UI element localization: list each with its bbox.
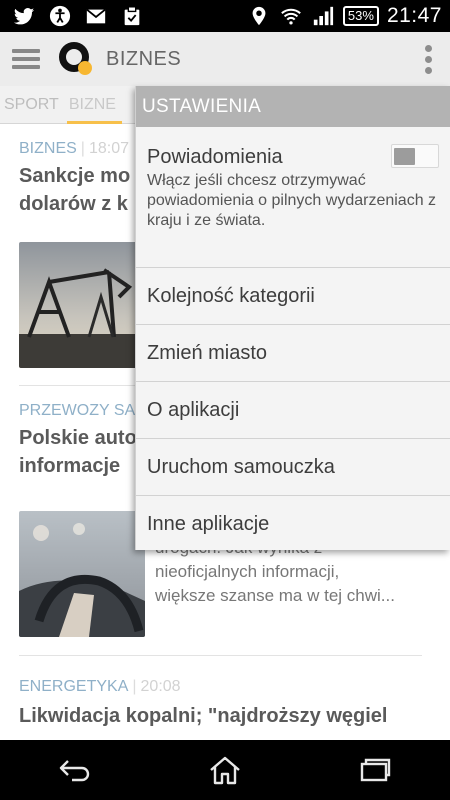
article-thumbnail	[19, 511, 145, 637]
back-button[interactable]	[55, 753, 95, 787]
settings-menu: USTAWIENIA Powiadomienia Włącz jeśli chc…	[135, 86, 450, 550]
article-time: 18:07	[88, 140, 129, 157]
overflow-menu-icon[interactable]	[424, 44, 432, 74]
status-clock: 21:47	[386, 4, 442, 27]
menu-item-change-city[interactable]: Zmień miasto	[136, 325, 450, 382]
back-icon	[59, 760, 90, 782]
app-logo	[59, 42, 92, 75]
article-category: PRZEWOZY SA	[19, 402, 136, 419]
menu-item-tutorial[interactable]: Uruchom samouczka	[136, 439, 450, 496]
headline-line: Likwidacja kopalni; "najdroższy węgiel	[19, 705, 388, 727]
gmail-icon	[86, 8, 106, 24]
article-thumbnail	[19, 242, 145, 368]
screen: 53% 21:47 BIZNES SPORT BIZNE BIZNES | 18:0…	[0, 0, 450, 800]
article-headline: Likwidacja kopalni; "najdroższy węgiel	[19, 702, 422, 730]
navigation-bar	[0, 740, 450, 800]
recent-apps-button[interactable]	[355, 753, 395, 787]
recent-apps-icon	[360, 758, 391, 782]
wifi-icon	[281, 8, 301, 25]
page-title: BIZNES	[106, 47, 182, 70]
accessibility-icon	[49, 5, 71, 27]
location-icon	[252, 6, 266, 26]
article-card[interactable]: ENERGETYKA | 20:08 Likwidacja kopalni; "na…	[19, 656, 422, 740]
action-bar: BIZNES	[0, 32, 450, 86]
home-icon	[210, 756, 240, 785]
notifications-toggle[interactable]	[391, 144, 439, 168]
settings-menu-header: USTAWIENIA	[136, 86, 450, 127]
snippet-line: większe szanse ma w tej chwi...	[155, 586, 395, 605]
toggle-knob	[394, 148, 415, 165]
status-bar: 53% 21:47	[0, 0, 450, 32]
notifications-description: Włącz jeśli chcesz otrzymywać powiadomie…	[147, 172, 437, 229]
menu-item-category-order[interactable]: Kolejność kategorii	[136, 268, 450, 325]
signal-icon	[313, 6, 333, 26]
home-button[interactable]	[205, 753, 245, 787]
article-category: ENERGETYKA	[19, 678, 129, 695]
article-time: 20:08	[140, 678, 181, 695]
menu-item-about[interactable]: O aplikacji	[136, 382, 450, 439]
article-category: BIZNES	[19, 140, 77, 157]
tab-biznes[interactable]: BIZNE	[65, 86, 123, 124]
article-meta: ENERGETYKA | 20:08	[19, 678, 181, 695]
clipboard-check-icon	[124, 6, 140, 26]
twitter-icon	[13, 8, 35, 25]
notifications-setting[interactable]: Powiadomienia Włącz jeśli chcesz otrzymy…	[136, 127, 450, 268]
snippet-line: nieoficjalnych informacji,	[155, 562, 340, 581]
tab-sport[interactable]: SPORT	[0, 86, 65, 124]
menu-item-other-apps[interactable]: Inne aplikacje	[136, 496, 450, 553]
battery-indicator: 53%	[342, 6, 379, 26]
menu-icon[interactable]	[12, 49, 40, 69]
notifications-label: Powiadomienia	[147, 146, 283, 168]
